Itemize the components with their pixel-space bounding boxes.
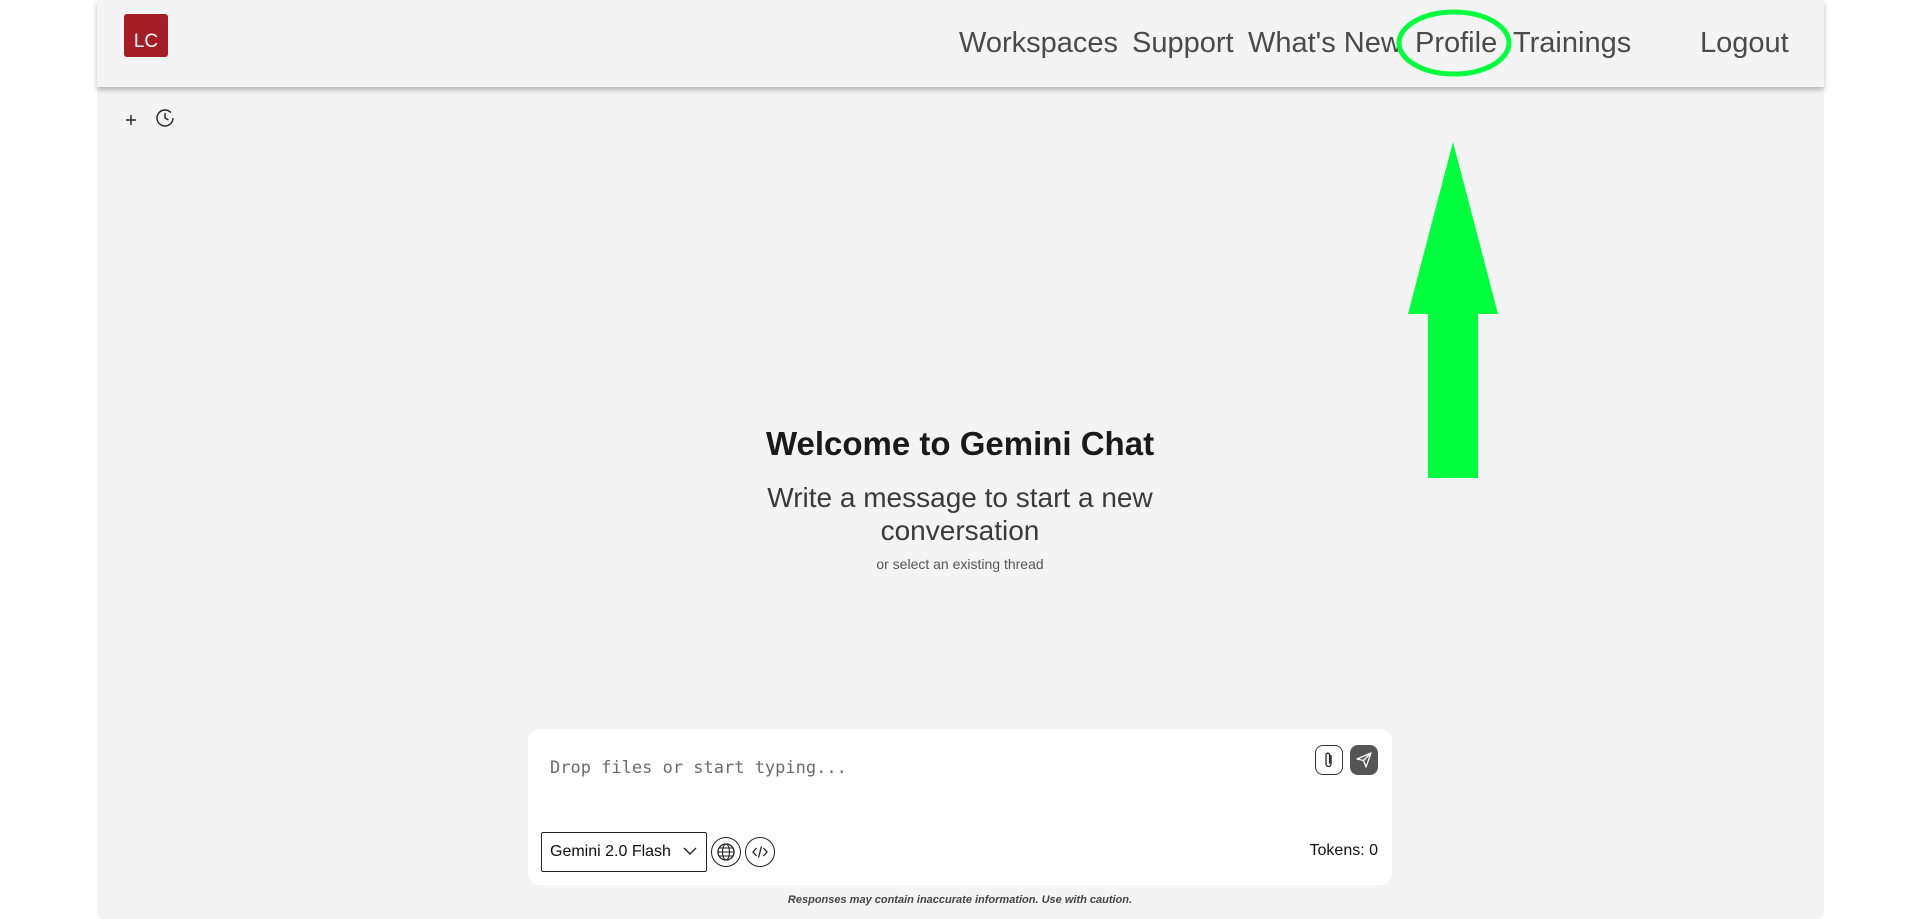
nav-link-trainings[interactable]: Trainings xyxy=(1513,26,1631,60)
attach-button[interactable] xyxy=(1315,745,1343,775)
nav-link-whats-new[interactable]: What's New xyxy=(1248,26,1402,60)
chevron-down-icon xyxy=(683,847,697,855)
send-button[interactable] xyxy=(1350,745,1378,775)
plus-icon xyxy=(126,115,136,125)
welcome-title: Welcome to Gemini Chat xyxy=(765,425,1155,462)
code-button[interactable] xyxy=(745,837,775,867)
model-select[interactable]: Gemini 2.0 Flash xyxy=(541,832,707,872)
history-button[interactable] xyxy=(155,108,175,135)
disclaimer: Responses may contain inaccurate informa… xyxy=(787,894,1133,906)
welcome-hint: or select an existing thread xyxy=(876,556,1044,572)
new-chat-button[interactable] xyxy=(124,108,138,134)
model-select-value: Gemini 2.0 Flash xyxy=(550,843,671,860)
app-logo[interactable]: LC xyxy=(124,14,168,57)
globe-icon xyxy=(717,843,735,861)
welcome-subtitle: Write a message to start a new conversat… xyxy=(767,482,1153,546)
web-search-button[interactable] xyxy=(711,837,741,867)
chat-composer: Gemini 2.0 Flash Tokens: 0 xyxy=(528,729,1392,885)
nav-link-profile[interactable]: Profile xyxy=(1415,26,1497,60)
clock-icon xyxy=(156,109,174,127)
code-icon xyxy=(752,846,768,858)
token-count: Tokens: 0 xyxy=(1309,842,1378,859)
message-input[interactable] xyxy=(548,747,1292,789)
send-icon xyxy=(1356,752,1372,768)
page: LC Workspaces Support What's New Profile… xyxy=(0,0,1920,919)
logo-text: LC xyxy=(133,31,159,52)
nav-link-support[interactable]: Support xyxy=(1132,26,1234,60)
nav-link-logout[interactable]: Logout xyxy=(1700,26,1789,60)
nav-link-workspaces[interactable]: Workspaces xyxy=(959,26,1118,60)
paperclip-icon xyxy=(1325,752,1332,768)
